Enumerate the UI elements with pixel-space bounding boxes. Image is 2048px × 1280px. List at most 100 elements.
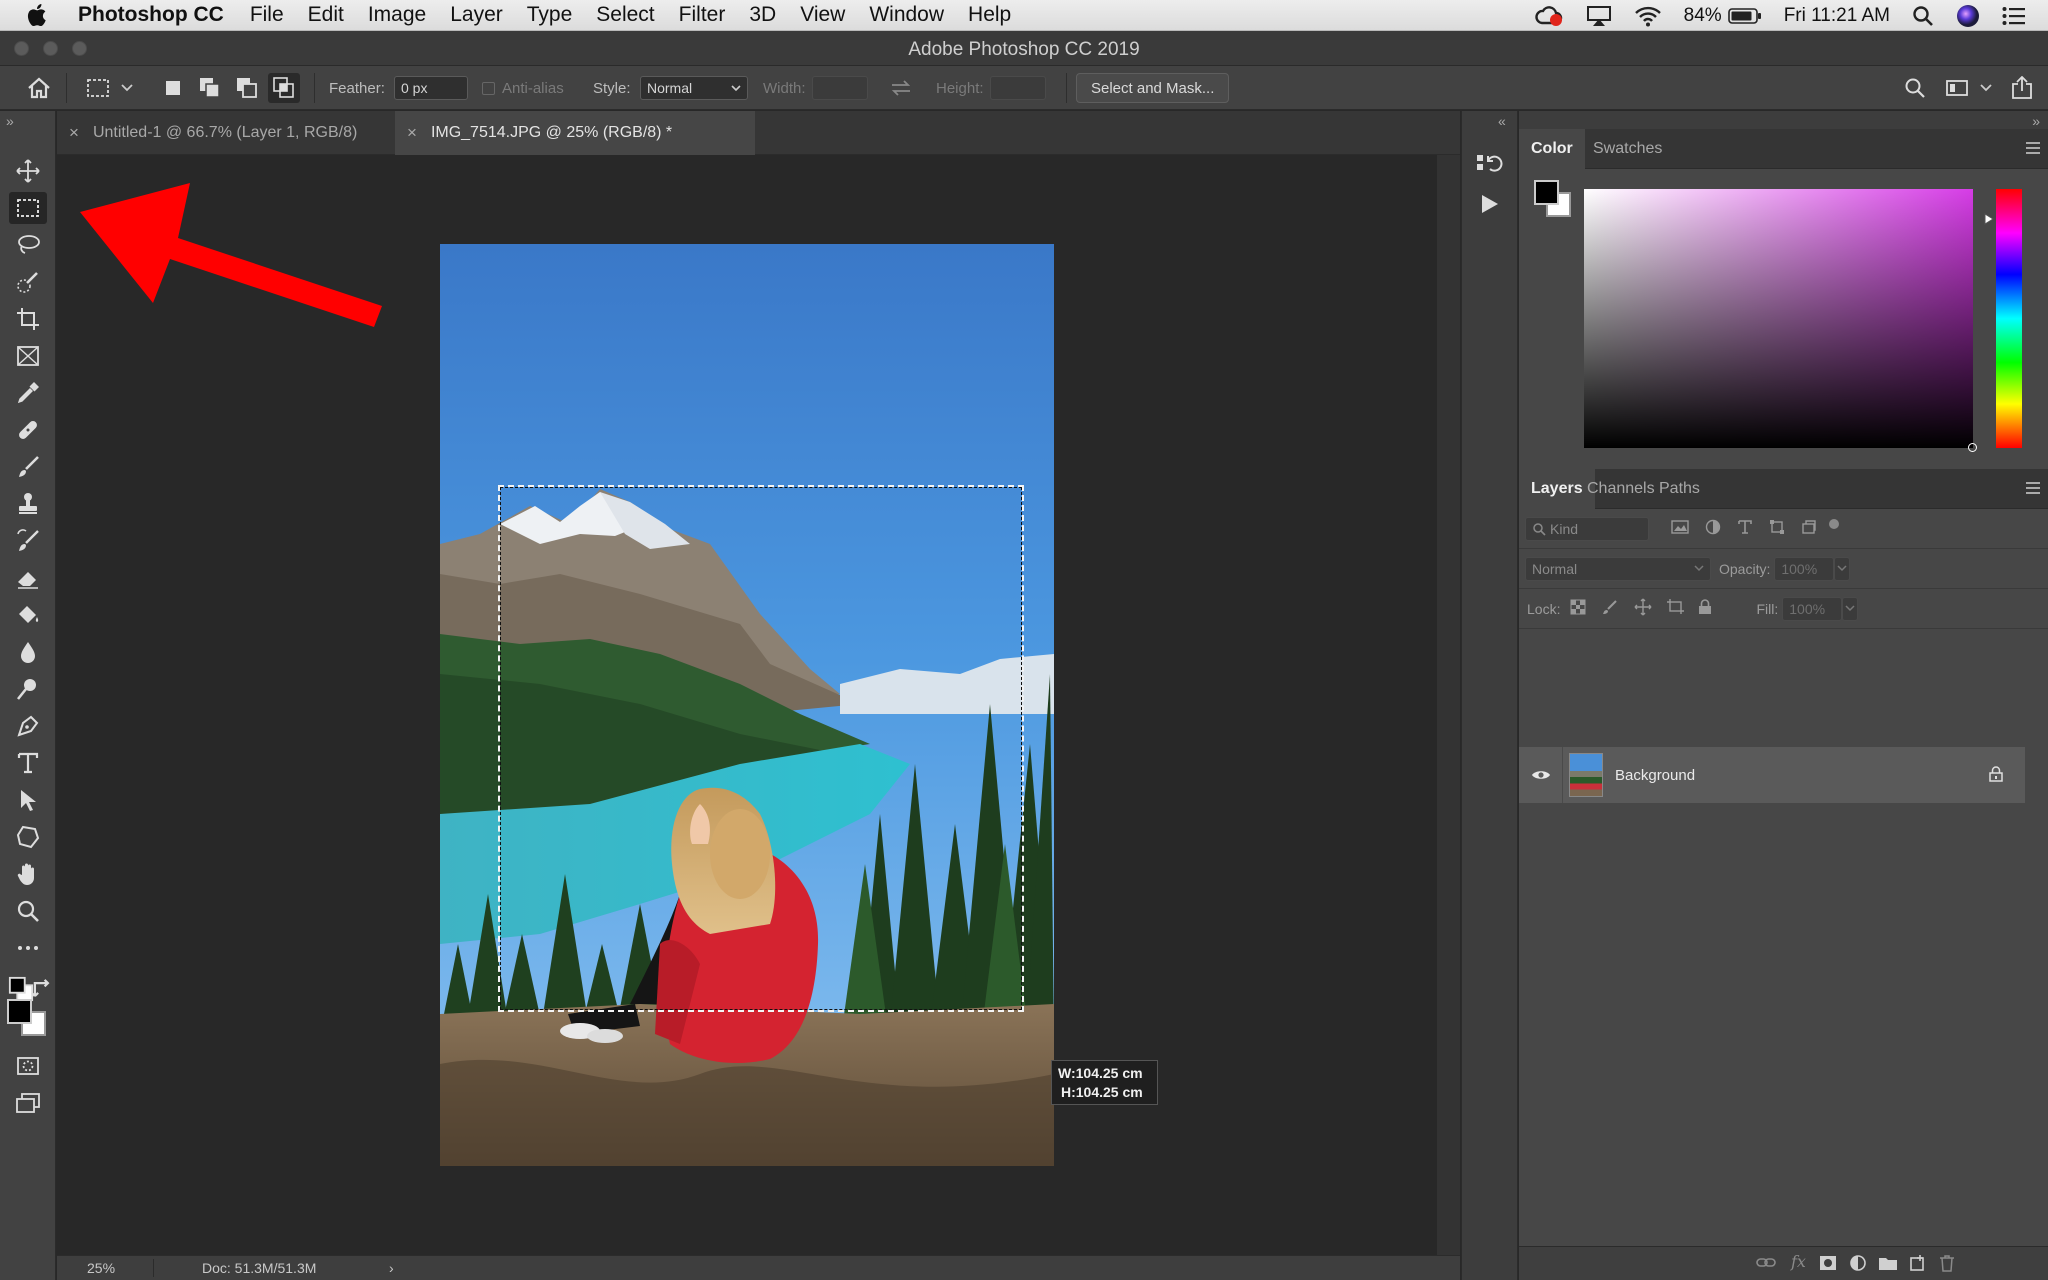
panel-menu-icon[interactable] (2026, 142, 2040, 154)
layer-style-fx-icon[interactable]: fx (1791, 1252, 1806, 1271)
type-icon[interactable] (9, 747, 47, 779)
screen-mode-icon[interactable] (9, 1087, 47, 1119)
tab-color[interactable]: Color (1519, 129, 1585, 169)
select-and-mask-button[interactable]: Select and Mask... (1076, 73, 1230, 103)
filter-type-icon[interactable] (1737, 519, 1753, 538)
lock-all-icon[interactable] (1698, 599, 1712, 618)
tab-img-7514[interactable]: × IMG_7514.JPG @ 25% (RGB/8) * (395, 111, 755, 155)
height-input[interactable] (990, 76, 1046, 100)
filter-smart-object-icon[interactable] (1801, 519, 1817, 538)
apple-icon[interactable] (24, 2, 60, 28)
quick-select-icon[interactable] (9, 266, 47, 298)
wifi-icon[interactable] (1634, 5, 1662, 27)
hue-slider-marker-icon[interactable] (1984, 212, 1994, 230)
new-selection-icon[interactable] (162, 66, 184, 110)
blur-icon[interactable] (9, 636, 47, 668)
swap-colors-icon[interactable] (30, 975, 56, 1006)
adjustment-layer-icon[interactable] (1849, 1254, 1867, 1277)
swap-dimensions-icon[interactable] (889, 66, 913, 110)
lock-transparency-icon[interactable] (1570, 599, 1586, 618)
workspace-icon[interactable] (1945, 66, 1969, 110)
spotlight-search-icon[interactable] (1912, 5, 1934, 27)
menu-help[interactable]: Help (968, 3, 1011, 27)
move-icon[interactable] (9, 155, 47, 187)
menu-edit[interactable]: Edit (308, 3, 344, 27)
color-picker-cursor[interactable] (1968, 443, 1977, 452)
layer-row[interactable]: Background (1519, 747, 2025, 803)
fill-input[interactable]: 100% (1782, 596, 1843, 621)
width-input[interactable] (812, 76, 868, 100)
stamp-icon[interactable] (9, 488, 47, 520)
link-layers-icon[interactable] (1756, 1255, 1776, 1276)
dodge-icon[interactable] (9, 673, 47, 705)
opacity-input[interactable]: 100% (1774, 556, 1835, 581)
lock-position-icon[interactable] (1634, 598, 1652, 619)
clock[interactable]: Fri 11:21 AM (1784, 5, 1890, 27)
lock-artboard-icon[interactable] (1666, 599, 1685, 618)
history-brush-icon[interactable] (9, 525, 47, 557)
pen-icon[interactable] (9, 710, 47, 742)
menu-filter[interactable]: Filter (679, 3, 726, 27)
vertical-scrollbar[interactable] (1437, 155, 1460, 1255)
app-menu[interactable]: Photoshop CC (78, 3, 224, 27)
marquee-preset-icon[interactable] (86, 66, 110, 110)
add-mask-icon[interactable] (1819, 1255, 1837, 1276)
lock-pixels-icon[interactable] (1602, 599, 1618, 618)
layer-lock-icon[interactable] (1989, 766, 2003, 786)
filter-shape-icon[interactable] (1769, 519, 1785, 538)
hand-icon[interactable] (9, 858, 47, 890)
color-field[interactable] (1584, 189, 1977, 452)
panel-menu-icon[interactable] (2026, 482, 2040, 494)
filter-adjustment-icon[interactable] (1705, 519, 1721, 538)
feather-input[interactable]: 0 px (394, 76, 468, 100)
lasso-icon[interactable] (9, 229, 47, 261)
expand-panels-icon[interactable]: « (1498, 113, 1506, 129)
tab-untitled-1[interactable]: × Untitled-1 @ 66.7% (Layer 1, RGB/8) (57, 111, 393, 155)
style-select[interactable]: Normal (640, 76, 748, 100)
marquee-icon[interactable] (9, 192, 47, 224)
opacity-dropdown[interactable] (1834, 556, 1851, 581)
menu-type[interactable]: Type (527, 3, 573, 27)
layer-kind-filter[interactable]: Kind (1525, 516, 1649, 541)
menu-file[interactable]: File (250, 3, 284, 27)
subtract-from-selection-icon[interactable] (235, 66, 259, 110)
share-icon[interactable] (2010, 66, 2034, 110)
chevron-down-icon[interactable] (1980, 66, 1992, 110)
siri-icon[interactable] (1956, 4, 1980, 28)
blend-mode-select[interactable]: Normal (1525, 556, 1711, 581)
new-group-icon[interactable] (1878, 1255, 1898, 1276)
foreground-color-swatch[interactable] (7, 999, 32, 1024)
collapse-toolbar-icon[interactable]: » (6, 113, 14, 129)
crop-icon[interactable] (9, 303, 47, 335)
eyedropper-icon[interactable] (9, 377, 47, 409)
brush-icon[interactable] (9, 451, 47, 483)
tab-swatches[interactable]: Swatches (1581, 129, 1674, 169)
fill-dropdown[interactable] (1842, 596, 1859, 621)
status-menu-arrow-icon[interactable]: › (389, 1260, 394, 1276)
collapse-panels-icon[interactable]: » (2032, 113, 2040, 129)
close-tab-icon[interactable]: × (69, 123, 79, 143)
notification-center-icon[interactable] (2002, 6, 2026, 26)
frame-icon[interactable] (9, 340, 47, 372)
visibility-eye-icon[interactable] (1519, 747, 1563, 803)
paint-bucket-icon[interactable] (9, 599, 47, 631)
search-icon[interactable] (1904, 66, 1926, 110)
zoom-level[interactable]: 25% (87, 1260, 115, 1276)
menu-view[interactable]: View (800, 3, 845, 27)
color-panel-foreground-swatch[interactable] (1534, 180, 1559, 205)
intersect-selection-icon[interactable] (268, 73, 300, 103)
menu-image[interactable]: Image (368, 3, 426, 27)
actions-play-icon[interactable] (1476, 191, 1502, 222)
healing-icon[interactable] (9, 414, 47, 446)
delete-layer-icon[interactable] (1939, 1254, 1955, 1277)
layer-name[interactable]: Background (1615, 767, 1695, 784)
marquee-selection[interactable] (498, 485, 1024, 1012)
battery-icon[interactable] (1727, 7, 1762, 25)
menu-3d[interactable]: 3D (749, 3, 776, 27)
quick-mask-icon[interactable] (9, 1050, 47, 1082)
add-to-selection-icon[interactable] (198, 66, 222, 110)
filter-pixel-icon[interactable] (1671, 519, 1689, 538)
home-icon[interactable] (26, 66, 52, 110)
zoom-icon[interactable] (9, 895, 47, 927)
menu-select[interactable]: Select (596, 3, 654, 27)
